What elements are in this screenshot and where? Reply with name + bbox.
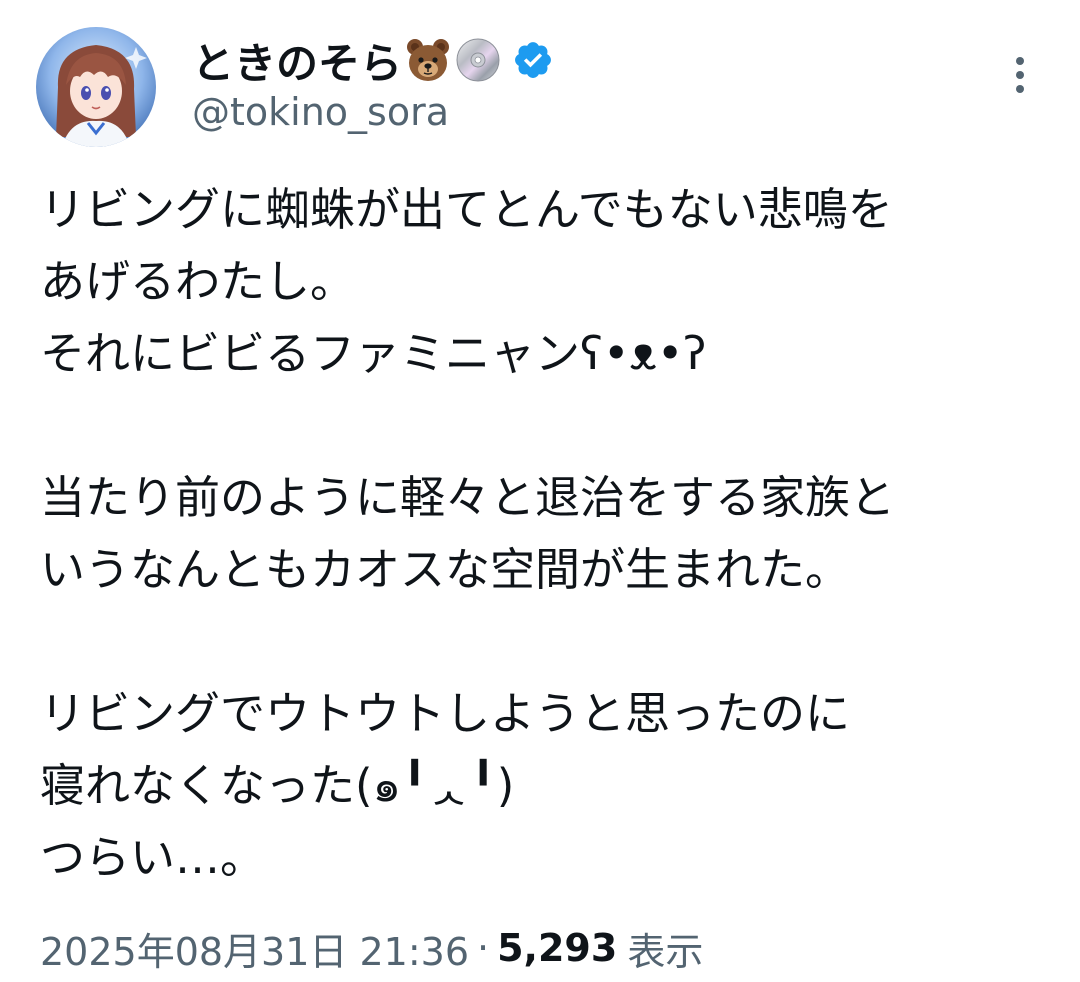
tweet-text-line: リビングでウトウトしようと思ったのに (40, 687, 851, 740)
tweet-text-line: いうなんともカオスな空間が生まれた。 (40, 543, 851, 596)
avatar[interactable] (36, 27, 156, 147)
tweet-timestamp[interactable]: 2025年08月31日 21:36 (40, 921, 469, 976)
display-name[interactable]: ときのそら (192, 30, 402, 91)
tweet-text-line: 寝れなくなった(๑╹ᆺ╹) (40, 759, 515, 812)
more-vertical-icon (1016, 57, 1024, 93)
tweet-text-line: リビングに蜘蛛が出てとんでもない悲鳴を (40, 183, 893, 236)
tweet-text: リビングに蜘蛛が出てとんでもない悲鳴を あげるわたし。 それにビビるファミニャン… (40, 174, 1050, 894)
author-handle[interactable]: @tokino_sora (192, 90, 449, 134)
author-name-row[interactable]: ときのそら (192, 30, 554, 90)
tweet-card: ときのそら @tokino_sora リビングに蜘蛛が出てとんでもない悲鳴を あ… (0, 0, 1080, 982)
tweet-text-line: あげるわたし。 (40, 255, 356, 308)
views-count: 5,293 (497, 926, 618, 970)
tweet-text-line: 当たり前のように軽々と退治をする家族と (40, 471, 896, 524)
tweet-text-line: それにビビるファミニャンʕ•ᴥ•ʔ (40, 327, 707, 380)
tweet-text-line: つらい…。 (40, 831, 266, 884)
meta-separator: · (477, 926, 490, 970)
views-label: 表示 (627, 929, 704, 974)
optical-disc-icon (454, 36, 502, 84)
bear-face-icon (404, 36, 452, 84)
more-options-button[interactable] (1002, 52, 1038, 98)
verified-badge-icon[interactable] (512, 39, 554, 81)
tweet-meta: 2025年08月31日 21:36 · 5,293 表示 (40, 918, 703, 978)
